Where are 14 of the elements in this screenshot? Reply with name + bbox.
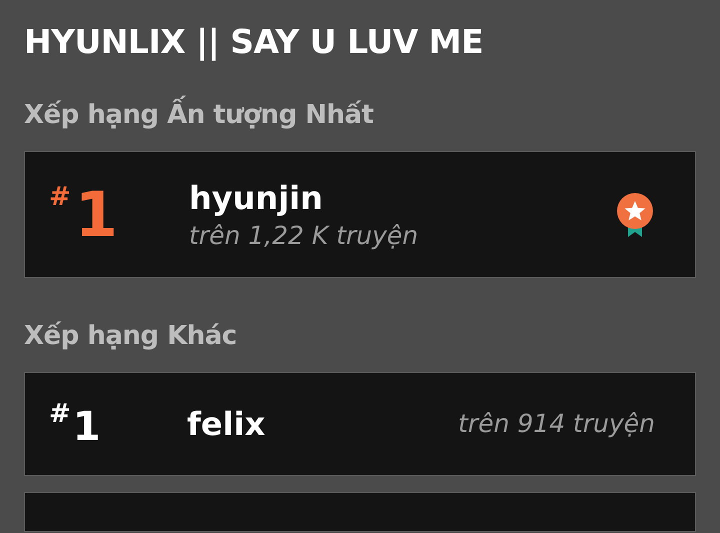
tag-name: felix: [187, 404, 266, 445]
ranking-card[interactable]: #1 felix trên 914 truyện: [24, 372, 696, 476]
rank-number: 1: [72, 405, 101, 449]
story-count: trên 1,22 K truyện: [189, 220, 420, 252]
page-title: HYUNLIX || SAY U LUV ME: [24, 21, 484, 63]
section-heading: Xếp hạng Ấn tượng Nhất: [24, 97, 696, 133]
section-heading: Xếp hạng Khác: [24, 320, 238, 353]
story-count: trên 914 truyện: [458, 408, 655, 440]
tag-name: hyunjin: [189, 178, 324, 218]
rank-number: 1: [74, 182, 118, 248]
hash-sign: #: [49, 399, 71, 429]
award-ribbon-icon: [615, 192, 655, 238]
hash-sign: #: [49, 182, 71, 212]
ranking-card[interactable]: #1 hyunjin trên 1,22 K truyện: [24, 151, 696, 278]
